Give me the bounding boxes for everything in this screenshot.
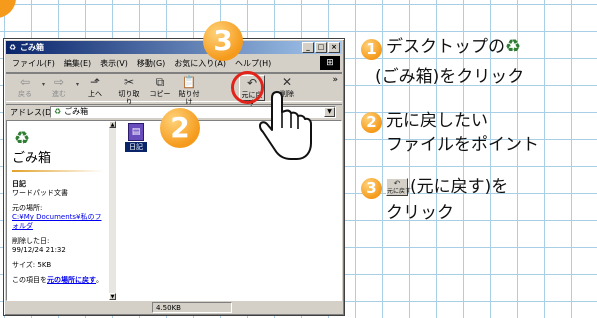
paste-button[interactable]: 📋 貼り付け: [176, 75, 202, 106]
forward-dropdown-icon[interactable]: ▾: [76, 81, 79, 89]
step-3-callout: 3: [203, 21, 243, 61]
cut-button[interactable]: ✂ 切り取り: [116, 75, 142, 106]
up-folder-icon: ⬏: [89, 75, 101, 89]
status-size: 4.50KB: [152, 302, 232, 313]
instruction-1-number: 1: [361, 39, 382, 60]
address-label: アドレス(D): [10, 108, 55, 117]
decorative-orange-arc: [0, 0, 16, 18]
instruction-3-line-1: ↶ 元に戻す(元に戻す)を: [386, 177, 509, 197]
menu-bar: ファイル(F) 編集(E) 表示(V) 移動(G) お気に入り(A) ヘルプ(H…: [6, 56, 342, 70]
up-button[interactable]: ⬏ 上へ: [82, 75, 108, 101]
restore-link[interactable]: 元の場所に戻す: [47, 276, 96, 284]
toolbar-more-icon[interactable]: »: [332, 75, 338, 85]
menu-help[interactable]: ヘルプ(H): [235, 58, 271, 69]
info-pane-scrollbar[interactable]: ▲ ▼: [109, 121, 116, 300]
item-size: サイズ: 5KB: [12, 261, 52, 269]
menu-view[interactable]: 表示(V): [100, 58, 128, 69]
deleted-date: 99/12/24 21:32: [12, 246, 66, 254]
original-location-label: 元の場所:: [12, 204, 43, 212]
info-pane-divider: [12, 170, 104, 172]
maximize-button[interactable]: □: [315, 42, 327, 53]
forward-button[interactable]: ⇨ 進む ▾: [46, 75, 79, 101]
instruction-2-line-2: ファイルをポイント: [386, 135, 539, 155]
file-label: 日記: [125, 142, 147, 152]
recycle-bin-large-icon: ♻: [14, 128, 31, 149]
window-title: ごみ箱: [20, 43, 44, 52]
instruction-1-line-1: デスクトップの♻: [386, 36, 525, 58]
minimize-button[interactable]: _: [302, 42, 314, 53]
item-type: ワードパッド文書: [12, 189, 68, 197]
close-button[interactable]: ×: [328, 42, 340, 53]
status-bar: 4.50KB: [6, 302, 342, 314]
forward-arrow-icon: ⇨: [53, 75, 65, 89]
instruction-3-line-2: クリック: [386, 203, 454, 223]
info-pane-title: ごみ箱: [12, 151, 52, 166]
address-dropdown-icon[interactable]: ▼: [324, 107, 335, 117]
recycle-bin-icon: ♻: [9, 43, 17, 52]
title-bar[interactable]: ♻ ごみ箱 _ □ ×: [6, 41, 342, 54]
item-name: 日記: [12, 180, 26, 188]
copy-button[interactable]: ⧉ コピー: [147, 75, 173, 101]
restore-sentence: この項目を元の場所に戻す。: [12, 276, 103, 284]
restore-button-icon: ↶ 元に戻す: [386, 178, 412, 196]
instruction-1-line-2: (ごみ箱)をクリック: [375, 67, 525, 87]
back-dropdown-icon[interactable]: ▾: [42, 81, 45, 89]
menu-edit[interactable]: 編集(E): [64, 58, 91, 69]
paste-icon: 📋: [181, 75, 197, 89]
wordpad-document-icon: ▤: [128, 123, 144, 141]
deleted-date-label: 削除した日:: [12, 237, 50, 245]
scroll-up-icon[interactable]: ▲: [109, 121, 116, 128]
original-location-link[interactable]: C:¥My Documents¥私のフォルダ: [12, 213, 104, 231]
file-item[interactable]: ▤ 日記: [125, 123, 147, 152]
scroll-down-icon[interactable]: ▼: [109, 293, 116, 300]
back-arrow-icon: ⇦: [19, 75, 31, 89]
instruction-3-number: 3: [361, 178, 382, 199]
scissors-icon: ✂: [123, 75, 135, 89]
windows-logo-icon: ⊞: [320, 56, 340, 70]
pointing-hand-icon: [259, 91, 312, 160]
recycle-bin-icon: ♻: [54, 107, 62, 116]
instruction-2-number: 2: [361, 112, 382, 133]
menu-go[interactable]: 移動(G): [137, 58, 165, 69]
copy-icon: ⧉: [155, 75, 165, 89]
back-button[interactable]: ⇦ 戻る ▾: [12, 75, 45, 101]
instruction-2-line-1: 元に戻したい: [386, 111, 488, 131]
recycle-bin-icon: ♻: [505, 36, 522, 57]
info-pane: ♻ ごみ箱 日記 ワードパッド文書 元の場所: C:¥My Documents¥…: [7, 121, 109, 300]
step-2-callout: 2: [160, 108, 200, 148]
recycle-bin-window: ♻ ごみ箱 _ □ × ファイル(F) 編集(E) 表示(V) 移動(G) お気…: [3, 38, 345, 316]
menu-file[interactable]: ファイル(F): [12, 58, 55, 69]
